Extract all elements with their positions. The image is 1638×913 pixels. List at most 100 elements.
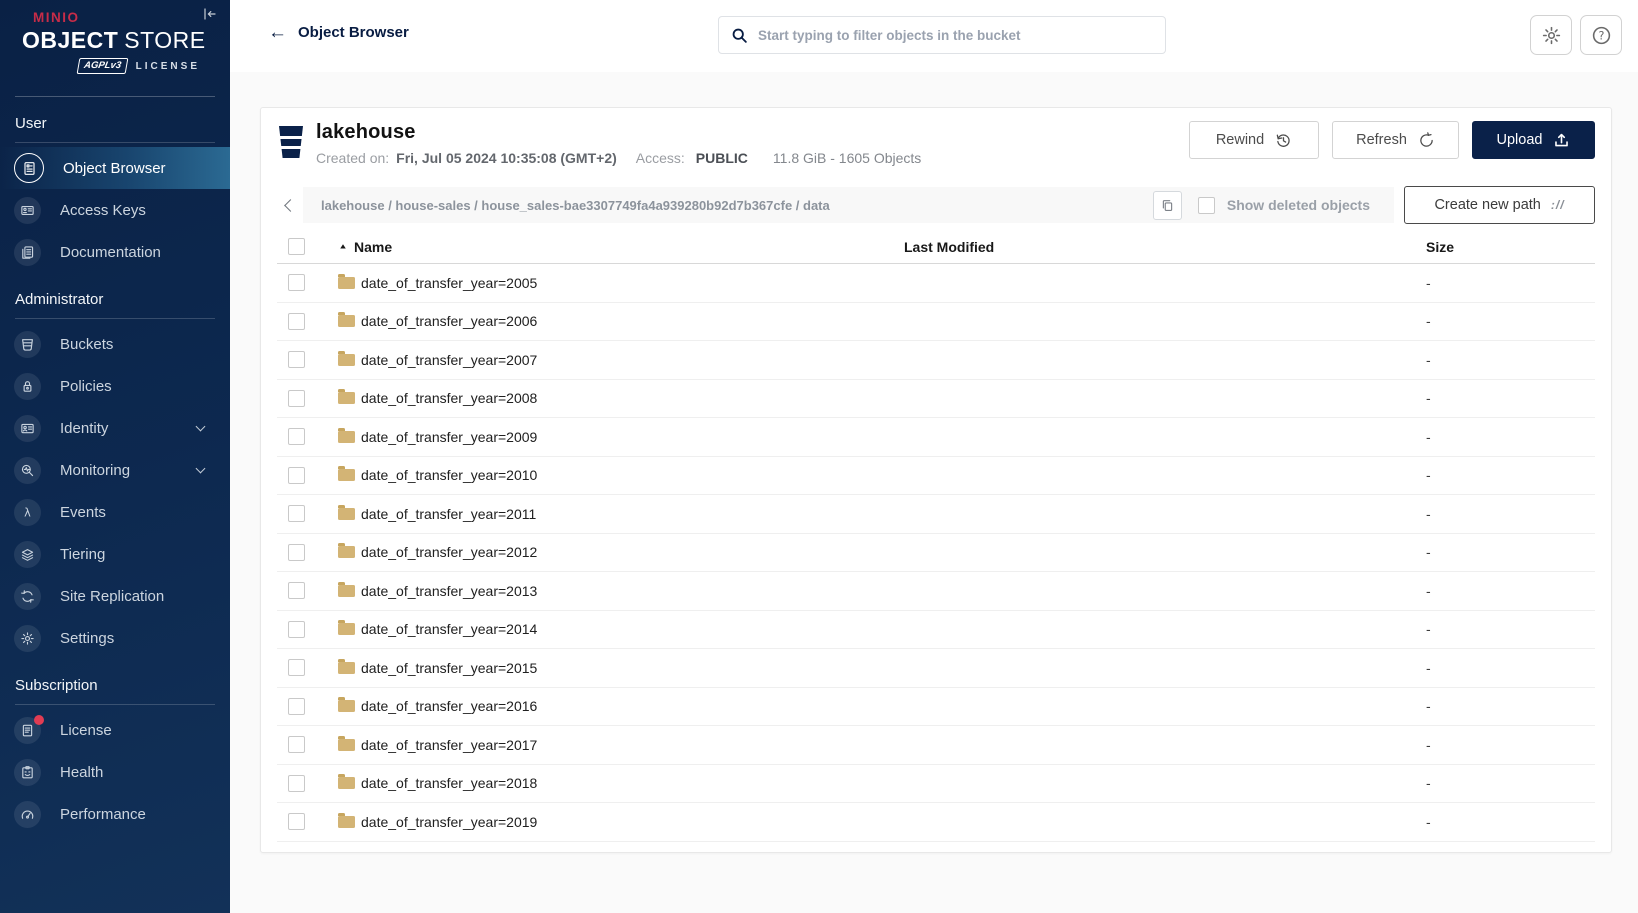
column-last-modified[interactable]: Last Modified xyxy=(904,239,1426,255)
license-badge-row: AGPLv3 LICENSE xyxy=(22,58,230,74)
sidebar-item-site-replication[interactable]: Site Replication xyxy=(0,575,230,617)
object-name[interactable]: date_of_transfer_year=2006 xyxy=(361,313,537,329)
table-row[interactable]: date_of_transfer_year=2006 - xyxy=(277,303,1595,342)
refresh-button[interactable]: Refresh xyxy=(1332,121,1459,159)
object-name[interactable]: date_of_transfer_year=2008 xyxy=(361,390,537,406)
sidebar-item-events[interactable]: λ Events xyxy=(0,491,230,533)
copy-path-button[interactable] xyxy=(1153,191,1182,220)
object-name[interactable]: date_of_transfer_year=2005 xyxy=(361,275,537,291)
new-path-icon: :// xyxy=(1551,198,1565,212)
sidebar-item-documentation[interactable]: Documentation xyxy=(0,231,230,273)
row-checkbox[interactable] xyxy=(288,813,305,830)
path-back-button[interactable] xyxy=(277,187,303,223)
table-row[interactable]: date_of_transfer_year=2019 - xyxy=(277,803,1595,842)
object-name[interactable]: date_of_transfer_year=2016 xyxy=(361,698,537,714)
table-row[interactable]: date_of_transfer_year=2012 - xyxy=(277,534,1595,573)
select-all-checkbox[interactable] xyxy=(288,238,305,255)
row-checkbox[interactable] xyxy=(288,505,305,522)
table-row[interactable]: date_of_transfer_year=2014 - xyxy=(277,611,1595,650)
sidebar-item-health[interactable]: Health xyxy=(0,751,230,793)
search-input[interactable] xyxy=(758,28,1153,43)
object-name[interactable]: date_of_transfer_year=2007 xyxy=(361,352,537,368)
agpl-badge: AGPLv3 xyxy=(76,58,128,74)
row-checkbox[interactable] xyxy=(288,582,305,599)
object-name[interactable]: date_of_transfer_year=2009 xyxy=(361,429,537,445)
folder-icon xyxy=(338,277,355,289)
back-to-object-browser[interactable]: ← Object Browser xyxy=(268,23,409,42)
folder-icon xyxy=(338,315,355,327)
bucket-name: lakehouse xyxy=(316,121,921,144)
object-name[interactable]: date_of_transfer_year=2013 xyxy=(361,583,537,599)
row-checkbox[interactable] xyxy=(288,274,305,291)
access-label: Access: xyxy=(636,150,685,166)
site-replication-icon xyxy=(20,589,35,604)
table-row[interactable]: date_of_transfer_year=2013 - xyxy=(277,572,1595,611)
object-name[interactable]: date_of_transfer_year=2011 xyxy=(361,506,536,522)
row-checkbox[interactable] xyxy=(288,428,305,445)
row-checkbox[interactable] xyxy=(288,698,305,715)
sidebar-item-identity[interactable]: Identity xyxy=(0,407,230,449)
sidebar-item-settings[interactable]: Settings xyxy=(0,617,230,659)
breadcrumb[interactable]: lakehouse / house-sales / house_sales-ba… xyxy=(321,198,1143,213)
table-row[interactable]: date_of_transfer_year=2011 - xyxy=(277,495,1595,534)
row-checkbox[interactable] xyxy=(288,351,305,368)
documentation-icon xyxy=(20,245,35,260)
object-name[interactable]: date_of_transfer_year=2019 xyxy=(361,814,537,830)
row-checkbox[interactable] xyxy=(288,621,305,638)
access-value[interactable]: PUBLIC xyxy=(696,150,748,166)
sidebar-item-policies[interactable]: Policies xyxy=(0,365,230,407)
object-name[interactable]: date_of_transfer_year=2012 xyxy=(361,544,537,560)
help-button[interactable]: ? xyxy=(1580,15,1622,55)
row-checkbox[interactable] xyxy=(288,544,305,561)
table-row[interactable]: date_of_transfer_year=2009 - xyxy=(277,418,1595,457)
row-size: - xyxy=(1426,544,1595,560)
row-checkbox[interactable] xyxy=(288,313,305,330)
filter-objects-search[interactable] xyxy=(718,16,1166,54)
table-row[interactable]: date_of_transfer_year=2017 - xyxy=(277,726,1595,765)
object-name[interactable]: date_of_transfer_year=2015 xyxy=(361,660,537,676)
chevron-left-icon xyxy=(284,199,297,212)
rewind-button[interactable]: Rewind xyxy=(1189,121,1319,159)
sidebar-item-performance[interactable]: Performance xyxy=(0,793,230,835)
row-checkbox[interactable] xyxy=(288,736,305,753)
objects-table: Name Last Modified Size date_of_transfer… xyxy=(277,230,1595,842)
table-row[interactable]: date_of_transfer_year=2015 - xyxy=(277,649,1595,688)
row-checkbox[interactable] xyxy=(288,775,305,792)
rewind-icon xyxy=(1275,132,1292,149)
table-row[interactable]: date_of_transfer_year=2007 - xyxy=(277,341,1595,380)
object-name[interactable]: date_of_transfer_year=2018 xyxy=(361,775,537,791)
row-checkbox[interactable] xyxy=(288,659,305,676)
content-area: lakehouse Created on: Fri, Jul 05 2024 1… xyxy=(230,72,1638,913)
upload-button[interactable]: Upload xyxy=(1472,121,1595,159)
help-icon: ? xyxy=(1591,25,1612,46)
object-name[interactable]: date_of_transfer_year=2010 xyxy=(361,467,537,483)
row-checkbox[interactable] xyxy=(288,390,305,407)
table-header: Name Last Modified Size xyxy=(277,230,1595,264)
table-row[interactable]: date_of_transfer_year=2016 - xyxy=(277,688,1595,727)
object-name[interactable]: date_of_transfer_year=2014 xyxy=(361,621,537,637)
row-size: - xyxy=(1426,660,1595,676)
created-on-value: Fri, Jul 05 2024 10:35:08 (GMT+2) xyxy=(396,150,617,166)
sidebar-item-tiering[interactable]: Tiering xyxy=(0,533,230,575)
row-checkbox[interactable] xyxy=(288,467,305,484)
create-new-path-button[interactable]: Create new path :// xyxy=(1404,186,1595,224)
show-deleted-checkbox[interactable] xyxy=(1198,197,1215,214)
sidebar-item-access-keys[interactable]: Access Keys xyxy=(0,189,230,231)
svg-text:?: ? xyxy=(1598,29,1604,42)
sidebar-item-license[interactable]: License xyxy=(0,709,230,751)
column-name[interactable]: Name xyxy=(338,239,904,255)
settings-button[interactable] xyxy=(1530,15,1572,55)
object-name[interactable]: date_of_transfer_year=2017 xyxy=(361,737,537,753)
folder-icon xyxy=(338,469,355,481)
table-row[interactable]: date_of_transfer_year=2008 - xyxy=(277,380,1595,419)
table-row[interactable]: date_of_transfer_year=2005 - xyxy=(277,264,1595,303)
column-size[interactable]: Size xyxy=(1426,239,1595,255)
sort-ascending-icon xyxy=(338,242,348,252)
table-row[interactable]: date_of_transfer_year=2018 - xyxy=(277,765,1595,804)
sidebar-item-buckets[interactable]: Buckets xyxy=(0,323,230,365)
sidebar-item-object-browser[interactable]: Object Browser xyxy=(0,147,230,189)
row-size: - xyxy=(1426,352,1595,368)
table-row[interactable]: date_of_transfer_year=2010 - xyxy=(277,457,1595,496)
show-deleted-toggle[interactable]: Show deleted objects xyxy=(1198,197,1380,214)
sidebar-item-monitoring[interactable]: Monitoring xyxy=(0,449,230,491)
